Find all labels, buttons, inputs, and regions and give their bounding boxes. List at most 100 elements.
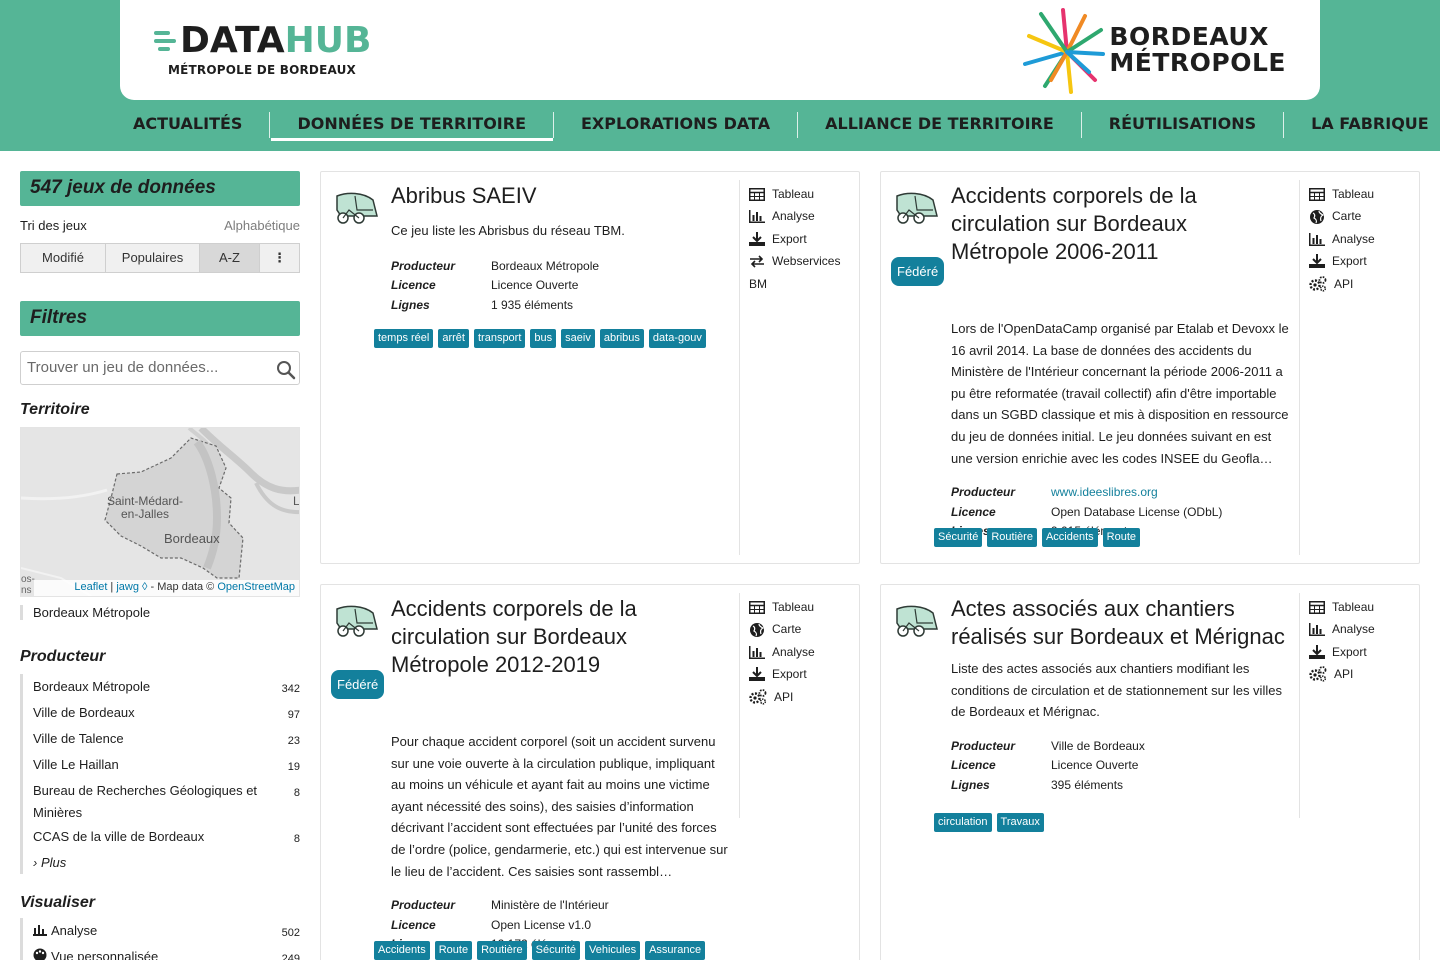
tag[interactable]: transport	[473, 329, 526, 348]
dataset-card[interactable]: Accidents corporels de la circulation su…	[320, 584, 860, 960]
sort-buttons: Modifié Populaires A-Z ⋮	[20, 243, 300, 273]
action-webservices-bm[interactable]: BM	[749, 273, 854, 295]
dataset-card[interactable]: Accidents corporels de la circulation su…	[880, 171, 1420, 564]
leaflet-link[interactable]: Leaflet	[74, 581, 107, 593]
jawg-link[interactable]: jawg	[116, 581, 139, 593]
nav-la-fabrique[interactable]: LA FABRIQUE	[1283, 110, 1440, 140]
tag[interactable]: Route	[434, 941, 473, 960]
action-analyse[interactable]: Analyse	[1309, 618, 1414, 640]
action-carte[interactable]: Carte	[1309, 205, 1414, 227]
sort-az-button[interactable]: A-Z	[200, 244, 260, 272]
sort-row: Tri des jeux Alphabétique	[20, 218, 300, 233]
tag[interactable]: temps réel	[374, 329, 434, 348]
action-api[interactable]: API	[1309, 273, 1414, 295]
tag[interactable]: data-gouv	[648, 329, 706, 348]
tag[interactable]: Sécurité	[934, 528, 983, 547]
sort-modified-button[interactable]: Modifié	[21, 244, 106, 272]
tag[interactable]: Assurance	[645, 941, 706, 960]
action-analyse[interactable]: Analyse	[749, 205, 854, 227]
territory-map[interactable]: Saint-Médard-en-Jalles Bordeaux L os-ns …	[20, 427, 300, 597]
download-icon	[1309, 254, 1325, 269]
globe-icon	[750, 622, 765, 637]
dataset-tags: temps réel arrêt transport bus saeiv abr…	[374, 329, 706, 348]
gears-icon	[1309, 666, 1327, 683]
tag[interactable]: Travaux	[996, 813, 1044, 832]
action-api[interactable]: API	[1309, 663, 1414, 685]
bar-chart-icon	[1309, 232, 1325, 246]
producer-link[interactable]: www.ideeslibres.org	[1051, 483, 1158, 503]
map-attribution: Leaflet | jawg ◊ - Map data © OpenStreet…	[34, 580, 299, 596]
territory-refinement[interactable]: Bordeaux Métropole	[20, 605, 300, 620]
action-export[interactable]: Export	[749, 663, 854, 685]
dataset-title[interactable]: Accidents corporels de la circulation su…	[951, 182, 1289, 266]
facet-more-link[interactable]: › Plus	[33, 850, 300, 874]
starburst-logo-icon	[1023, 8, 1106, 94]
action-webservices[interactable]: Webservices	[749, 250, 854, 272]
dataset-title[interactable]: Accidents corporels de la circulation su…	[391, 595, 729, 679]
action-analyse[interactable]: Analyse	[749, 641, 854, 663]
sort-popular-button[interactable]: Populaires	[106, 244, 200, 272]
dataset-actions: Tableau Carte Analyse Export API	[1309, 183, 1414, 295]
tag[interactable]: Accidents	[1041, 528, 1098, 547]
dataset-search-input[interactable]: Trouver un jeu de données...	[20, 351, 300, 385]
tag[interactable]: circulation	[934, 813, 992, 832]
bordeaux-metropole-logo[interactable]: BORDEAUX MÉTROPOLE	[1023, 6, 1286, 94]
tag[interactable]: Sécurité	[531, 941, 580, 960]
dataset-title[interactable]: Actes associés aux chantiers réalisés su…	[951, 595, 1289, 651]
chevron-right-icon: ›	[33, 855, 41, 870]
tag[interactable]: Routière	[477, 941, 527, 960]
dataset-card[interactable]: Abribus SAEIV Ce jeu liste les Abrisbus …	[320, 171, 860, 564]
action-analyse[interactable]: Analyse	[1309, 228, 1414, 250]
nav-reutilisations[interactable]: RÉUTILISATIONS	[1080, 110, 1283, 140]
tag[interactable]: Accidents	[374, 941, 430, 960]
dataset-actions: Tableau Analyse Export API	[1309, 596, 1414, 686]
facet-item[interactable]: Bureau de Recherches Géologiques et Mini…	[33, 778, 300, 824]
gears-icon	[749, 688, 767, 705]
logo-wordmark: DATAHUB	[180, 20, 372, 61]
action-api[interactable]: API	[749, 686, 854, 708]
facet-item[interactable]: Vue personnalisée 249	[33, 944, 300, 960]
datahub-logo[interactable]: DATAHUB MÉTROPOLE DE BORDEAUX	[154, 22, 371, 77]
action-tableau[interactable]: Tableau	[749, 596, 854, 618]
dataset-title[interactable]: Abribus SAEIV	[391, 182, 729, 210]
action-carte[interactable]: Carte	[749, 618, 854, 640]
main-navigation: ACTUALITÉS DONNÉES DE TERRITOIRE EXPLORA…	[105, 110, 1440, 142]
openstreetmap-link[interactable]: OpenStreetMap	[217, 581, 295, 593]
search-icon[interactable]	[276, 360, 296, 380]
nav-donnees-de-territoire[interactable]: DONNÉES DE TERRITOIRE	[269, 110, 553, 141]
facet-item[interactable]: Ville de Bordeaux 97	[33, 700, 300, 726]
nav-explorations-data[interactable]: EXPLORATIONS DATA	[553, 110, 797, 140]
action-tableau[interactable]: Tableau	[1309, 183, 1414, 205]
tag[interactable]: Routière	[987, 528, 1037, 547]
tag[interactable]: saeiv	[561, 329, 595, 348]
gears-icon	[1309, 275, 1327, 292]
action-export[interactable]: Export	[1309, 641, 1414, 663]
logo-line-metropole: MÉTROPOLE	[1109, 48, 1286, 77]
map-label-saint-medard: Saint-Médard-en-Jalles	[107, 494, 184, 521]
card-divider	[1299, 180, 1300, 555]
dataset-metadata: Producteur Bordeaux Métropole Licence Lice…	[391, 258, 600, 312]
tag[interactable]: arrêt	[438, 329, 469, 348]
map-label-edge-left: os-ns	[21, 574, 35, 596]
facet-item[interactable]: CCAS de la ville de Bordeaux 8	[33, 824, 300, 850]
bar-chart-icon	[1309, 623, 1325, 637]
action-export[interactable]: Export	[1309, 250, 1414, 272]
action-export[interactable]: Export	[749, 228, 854, 250]
filters-title: Filtres	[20, 301, 300, 336]
facet-item[interactable]: Bordeaux Métropole 342	[33, 674, 300, 700]
table-icon	[1309, 187, 1325, 201]
sort-more-button[interactable]: ⋮	[260, 244, 299, 272]
dataset-card[interactable]: Actes associés aux chantiers réalisés su…	[880, 584, 1420, 960]
tag[interactable]: abribus	[599, 329, 644, 348]
tag[interactable]: Route	[1102, 528, 1140, 547]
action-tableau[interactable]: Tableau	[1309, 596, 1414, 618]
nav-actualites[interactable]: ACTUALITÉS	[105, 110, 269, 140]
nav-alliance-de-territoire[interactable]: ALLIANCE DE TERRITOIRE	[797, 110, 1081, 140]
facet-item[interactable]: Ville Le Haillan 19	[33, 752, 300, 778]
facet-item[interactable]: Analyse 502	[33, 918, 300, 944]
tag[interactable]: bus	[530, 329, 557, 348]
tag[interactable]: Vehicules	[585, 941, 641, 960]
facet-item[interactable]: Ville de Talence 23	[33, 726, 300, 752]
action-tableau[interactable]: Tableau	[749, 183, 854, 205]
bar-chart-icon	[33, 921, 47, 943]
